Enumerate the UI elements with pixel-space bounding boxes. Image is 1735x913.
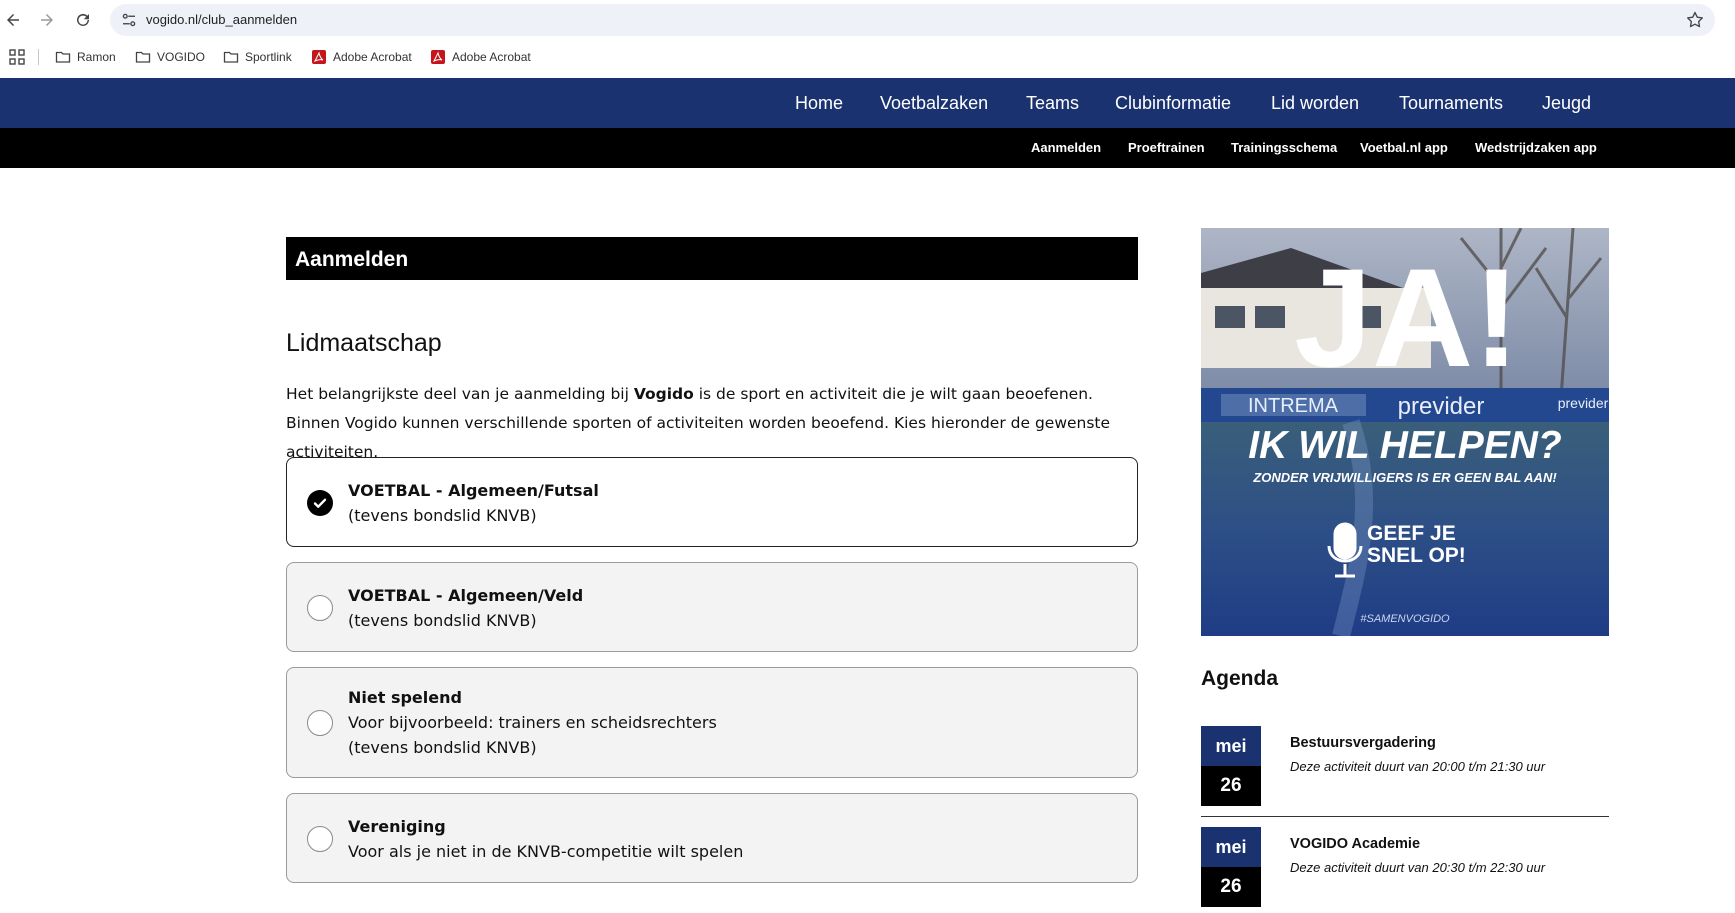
forward-icon[interactable] xyxy=(34,8,60,32)
option-title: VOETBAL - Algemeen/Futsal xyxy=(348,481,599,500)
volunteer-banner[interactable]: INTREMA previder previder JA! IK WIL HEL… xyxy=(1201,228,1609,636)
option-title: Vereniging xyxy=(348,817,446,836)
board-text-previder-2: previder xyxy=(1558,395,1609,411)
banner-cta-line1: GEEF JE xyxy=(1367,522,1456,545)
board-text-previder: previder xyxy=(1398,393,1485,420)
agenda-day: 26 xyxy=(1201,766,1261,806)
agenda-date: mei 26 xyxy=(1201,726,1261,806)
option-voetbal-futsal[interactable]: VOETBAL - Algemeen/Futsal (tevens bondsl… xyxy=(286,457,1138,547)
sub-navigation: Aanmelden Proeftrainen Trainingsschema V… xyxy=(0,128,1735,168)
option-line: (tevens bondslid KNVB) xyxy=(348,506,537,525)
acrobat-icon xyxy=(312,50,326,64)
nav-home[interactable]: Home xyxy=(795,93,843,114)
folder-icon xyxy=(135,51,151,63)
nav-jeugd[interactable]: Jeugd xyxy=(1542,93,1591,114)
agenda-day: 26 xyxy=(1201,867,1261,907)
subnav-trainingsschema[interactable]: Trainingsschema xyxy=(1231,140,1337,155)
nav-teams[interactable]: Teams xyxy=(1026,93,1079,114)
bookmark-adobe-acrobat-1[interactable]: Adobe Acrobat xyxy=(311,47,412,67)
agenda-item[interactable]: mei 26 Bestuursvergadering Deze activite… xyxy=(1201,726,1609,826)
folder-icon xyxy=(223,51,239,63)
bookmark-sportlink[interactable]: Sportlink xyxy=(223,47,292,67)
page-title: Aanmelden xyxy=(295,248,409,271)
bookmarks-bar: Ramon VOGIDO Sportlink Adobe Acrobat Ado… xyxy=(0,44,1735,70)
agenda-item[interactable]: mei 26 VOGIDO Academie Deze activiteit d… xyxy=(1201,827,1609,913)
option-voetbal-veld[interactable]: VOETBAL - Algemeen/Veld (tevens bondslid… xyxy=(286,562,1138,652)
board-text-intrema: INTREMA xyxy=(1248,395,1339,417)
address-bar[interactable]: vogido.nl/club_aanmelden xyxy=(110,4,1715,36)
page-title-bar: Aanmelden xyxy=(286,237,1138,280)
option-texts: VOETBAL - Algemeen/Veld (tevens bondslid… xyxy=(348,583,583,633)
back-icon[interactable] xyxy=(0,8,26,32)
option-vereniging[interactable]: Vereniging Voor als je niet in de KNVB-c… xyxy=(286,793,1138,883)
radio-button[interactable] xyxy=(307,595,333,621)
bookmark-ramon[interactable]: Ramon xyxy=(55,47,116,67)
acrobat-icon xyxy=(431,50,445,64)
option-line: Voor als je niet in de KNVB-competitie w… xyxy=(348,842,744,861)
agenda-title: Agenda xyxy=(1201,667,1279,690)
subnav-proeftrainen[interactable]: Proeftrainen xyxy=(1128,140,1205,155)
banner-hashtag: #SAMENVOGIDO xyxy=(1360,613,1450,625)
section-title: Lidmaatschap xyxy=(286,329,442,357)
agenda-date: mei 26 xyxy=(1201,827,1261,907)
address-row: vogido.nl/club_aanmelden xyxy=(0,0,1735,40)
main-navigation: Home Voetbalzaken Teams Clubinformatie L… xyxy=(0,78,1735,128)
option-title: VOETBAL - Algemeen/Veld xyxy=(348,586,584,605)
agenda-event-name[interactable]: VOGIDO Academie xyxy=(1290,836,1420,852)
subnav-wedstrijdzaken-app[interactable]: Wedstrijdzaken app xyxy=(1475,140,1597,155)
browser-chrome: vogido.nl/club_aanmelden Ramon VOGIDO Sp… xyxy=(0,0,1735,78)
option-niet-spelend[interactable]: Niet spelend Voor bijvoorbeeld: trainers… xyxy=(286,667,1138,778)
banner-headline: JA! xyxy=(1294,239,1520,396)
banner-image: INTREMA previder previder JA! IK WIL HEL… xyxy=(1201,228,1609,636)
option-line: (tevens bondslid KNVB) xyxy=(348,738,537,757)
nav-tournaments[interactable]: Tournaments xyxy=(1399,93,1503,114)
agenda-divider xyxy=(1201,816,1609,817)
radio-button[interactable] xyxy=(307,710,333,736)
folder-icon xyxy=(55,51,71,63)
bookmarks-separator xyxy=(38,49,39,65)
subnav-aanmelden[interactable]: Aanmelden xyxy=(1031,140,1101,155)
agenda-month: mei xyxy=(1201,726,1261,766)
url-text[interactable]: vogido.nl/club_aanmelden xyxy=(146,12,297,27)
agenda-event-name[interactable]: Bestuursvergadering xyxy=(1290,735,1436,751)
banner-cta-line2: SNEL OP! xyxy=(1367,544,1466,567)
bookmark-adobe-acrobat-2[interactable]: Adobe Acrobat xyxy=(430,47,531,67)
agenda-month: mei xyxy=(1201,827,1261,867)
agenda-event-desc: Deze activiteit duurt van 20:00 t/m 21:3… xyxy=(1290,759,1546,774)
nav-lid-worden[interactable]: Lid worden xyxy=(1271,93,1359,114)
bookmark-vogido[interactable]: VOGIDO xyxy=(135,47,205,67)
option-texts: Niet spelend Voor bijvoorbeeld: trainers… xyxy=(348,685,717,760)
agenda-event-desc: Deze activiteit duurt van 20:30 t/m 22:3… xyxy=(1290,860,1546,875)
option-line: (tevens bondslid KNVB) xyxy=(348,611,537,630)
option-title: Niet spelend xyxy=(348,688,462,707)
option-line: Voor bijvoorbeeld: trainers en scheidsre… xyxy=(348,713,717,732)
intro-text: Het belangrijkste deel van je aanmelding… xyxy=(286,385,1111,461)
subnav-voetbal-nl-app[interactable]: Voetbal.nl app xyxy=(1360,140,1448,155)
option-texts: VOETBAL - Algemeen/Futsal (tevens bondsl… xyxy=(348,478,599,528)
banner-tagline: ZONDER VRIJWILLIGERS IS ER GEEN BAL AAN! xyxy=(1252,470,1557,485)
banner-subheadline: IK WIL HELPEN? xyxy=(1248,424,1562,467)
apps-grid-icon[interactable] xyxy=(9,49,25,65)
nav-voetbalzaken[interactable]: Voetbalzaken xyxy=(880,93,988,114)
nav-clubinformatie[interactable]: Clubinformatie xyxy=(1115,93,1231,114)
option-texts: Vereniging Voor als je niet in de KNVB-c… xyxy=(348,814,743,864)
site-info-icon[interactable] xyxy=(120,11,138,29)
bookmark-star-icon[interactable] xyxy=(1685,10,1705,30)
reload-icon[interactable] xyxy=(70,8,96,32)
radio-button[interactable] xyxy=(307,826,333,852)
checked-radio-icon[interactable] xyxy=(307,490,333,516)
